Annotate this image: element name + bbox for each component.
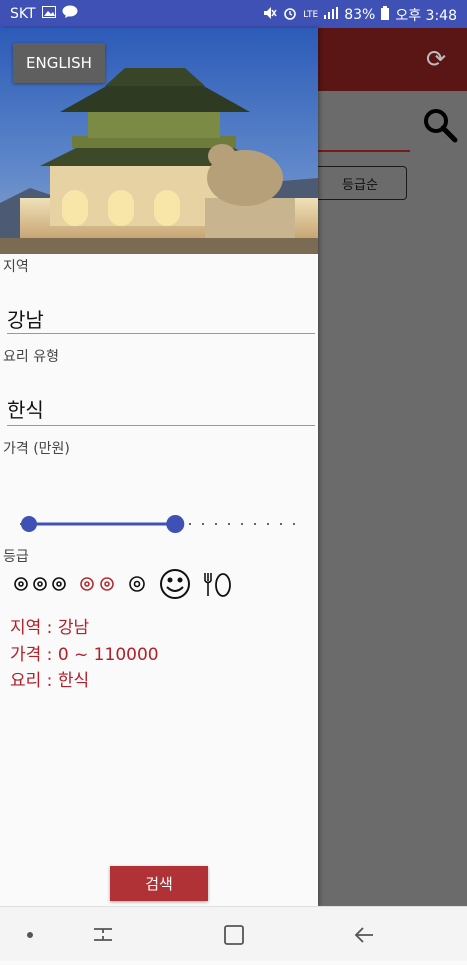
battery-percent: 83%: [344, 7, 376, 23]
status-bar: SKT LTE 83% 오후 3:48: [0, 0, 467, 28]
price-max-thumb[interactable]: [166, 515, 185, 533]
three-star-icon[interactable]: [12, 571, 68, 601]
clock: 오후 3:48: [395, 8, 457, 24]
filter-drawer: ENGLISH 지역 강남 요리 유형 한식 가격 (만원) 등급 지역: 강…: [0, 28, 318, 906]
signal-icon: [324, 7, 339, 23]
nav-dot-icon: [27, 932, 33, 938]
search-icon[interactable]: [421, 106, 461, 146]
price-min-thumb[interactable]: [21, 516, 37, 532]
plate-icon[interactable]: [202, 569, 232, 603]
alarm-icon: [283, 6, 297, 24]
gyeongbokgung-palace-image: ENGLISH: [0, 28, 318, 254]
price-range-slider[interactable]: [20, 514, 304, 534]
summary-cuisine: 요리 : 한식: [10, 671, 90, 691]
cuisine-field[interactable]: 한식: [7, 394, 315, 423]
network-label: LTE: [303, 10, 319, 20]
chat-icon: [62, 5, 78, 22]
search-button[interactable]: 검색: [110, 866, 208, 901]
cuisine-field-underline: [7, 425, 315, 426]
region-field-underline: [7, 333, 315, 334]
region-field[interactable]: 강남: [7, 304, 315, 333]
english-button[interactable]: ENGLISH: [13, 43, 105, 83]
carrier-label: SKT: [10, 5, 36, 22]
grade-options: [12, 568, 232, 604]
region-label: 지역: [3, 259, 29, 275]
back-icon[interactable]: [354, 927, 373, 943]
two-star-icon[interactable]: [78, 571, 116, 601]
gallery-icon: [41, 5, 56, 22]
navigation-bar: [0, 906, 467, 961]
refresh-icon[interactable]: ⟳: [423, 46, 449, 72]
search-underline: [318, 150, 410, 152]
cuisine-label: 요리 유형: [3, 349, 59, 365]
battery-icon: [381, 6, 390, 24]
recent-apps-icon[interactable]: [94, 928, 112, 941]
grade-label: 등급: [3, 549, 29, 565]
price-label: 가격 (만원): [3, 441, 70, 457]
one-star-icon[interactable]: [126, 571, 148, 601]
bib-gourmand-icon[interactable]: [158, 568, 192, 604]
sort-by-grade-button[interactable]: 등급순: [313, 166, 407, 200]
mute-icon: [263, 6, 277, 24]
summary-price: 가격 : 0 ~ 110000: [10, 645, 159, 665]
summary-region: 지역 : 강남: [10, 618, 90, 638]
home-icon[interactable]: [224, 925, 244, 945]
